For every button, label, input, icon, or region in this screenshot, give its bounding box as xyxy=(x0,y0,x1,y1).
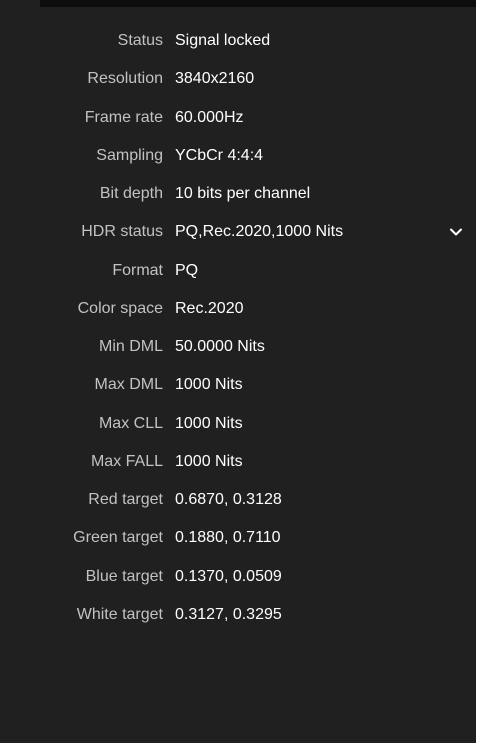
sampling-value: YCbCr 4:4:4 xyxy=(175,146,264,164)
min-dml-value: 50.0000 Nits xyxy=(175,338,265,356)
signal-info-panel: Status Signal locked Resolution 3840x216… xyxy=(0,0,476,743)
color-space-label: Color space xyxy=(77,299,163,317)
sampling-label: Sampling xyxy=(96,146,163,164)
info-row-bit-depth: Bit depth 10 bits per channel xyxy=(0,175,476,213)
max-dml-value: 1000 Nits xyxy=(175,376,243,394)
info-row-min-dml: Min DML 50.0000 Nits xyxy=(0,328,476,366)
signal-info-list: Status Signal locked Resolution 3840x216… xyxy=(0,22,476,634)
panel-top-border xyxy=(40,0,476,7)
red-target-value: 0.6870, 0.3128 xyxy=(175,491,282,509)
max-dml-label: Max DML xyxy=(94,376,163,394)
status-label: Status xyxy=(117,32,163,50)
info-row-white-target: White target 0.3127, 0.3295 xyxy=(0,596,476,634)
info-row-red-target: Red target 0.6870, 0.3128 xyxy=(0,481,476,519)
red-target-label: Red target xyxy=(88,491,163,509)
white-target-value: 0.3127, 0.3295 xyxy=(175,605,282,623)
max-cll-label: Max CLL xyxy=(98,414,163,432)
max-cll-value: 1000 Nits xyxy=(175,414,243,432)
info-row-frame-rate: Frame rate 60.000Hz xyxy=(0,99,476,137)
info-row-green-target: Green target 0.1880, 0.7110 xyxy=(0,519,476,557)
info-row-format: Format PQ xyxy=(0,252,476,290)
hdr-status-expand-button[interactable] xyxy=(444,220,468,244)
color-space-value: Rec.2020 xyxy=(175,299,244,317)
blue-target-label: Blue target xyxy=(85,567,163,585)
info-row-resolution: Resolution 3840x2160 xyxy=(0,60,476,98)
green-target-value: 0.1880, 0.7110 xyxy=(175,529,281,547)
format-label: Format xyxy=(112,261,163,279)
frame-rate-label: Frame rate xyxy=(84,108,163,126)
format-value: PQ xyxy=(175,261,199,279)
hdr-status-label: HDR status xyxy=(81,223,163,241)
info-row-sampling: Sampling YCbCr 4:4:4 xyxy=(0,137,476,175)
hdr-status-value: PQ,Rec.2020,1000 Nits xyxy=(175,223,344,241)
max-fall-value: 1000 Nits xyxy=(175,452,243,470)
bit-depth-value: 10 bits per channel xyxy=(175,185,311,203)
max-fall-label: Max FALL xyxy=(90,452,163,470)
info-row-blue-target: Blue target 0.1370, 0.0509 xyxy=(0,558,476,596)
chevron-down-icon xyxy=(450,228,462,236)
status-value: Signal locked xyxy=(175,32,271,50)
resolution-label: Resolution xyxy=(87,70,163,88)
min-dml-label: Min DML xyxy=(98,338,163,356)
green-target-label: Green target xyxy=(73,529,163,547)
blue-target-value: 0.1370, 0.0509 xyxy=(175,567,282,585)
info-row-max-cll: Max CLL 1000 Nits xyxy=(0,405,476,443)
info-row-color-space: Color space Rec.2020 xyxy=(0,290,476,328)
info-row-max-dml: Max DML 1000 Nits xyxy=(0,366,476,404)
frame-rate-value: 60.000Hz xyxy=(175,108,244,126)
info-row-hdr-status[interactable]: HDR status PQ,Rec.2020,1000 Nits xyxy=(0,213,476,251)
white-target-label: White target xyxy=(76,605,163,623)
info-row-status: Status Signal locked xyxy=(0,22,476,60)
info-row-max-fall: Max FALL 1000 Nits xyxy=(0,443,476,481)
bit-depth-label: Bit depth xyxy=(99,185,163,203)
resolution-value: 3840x2160 xyxy=(175,70,255,88)
